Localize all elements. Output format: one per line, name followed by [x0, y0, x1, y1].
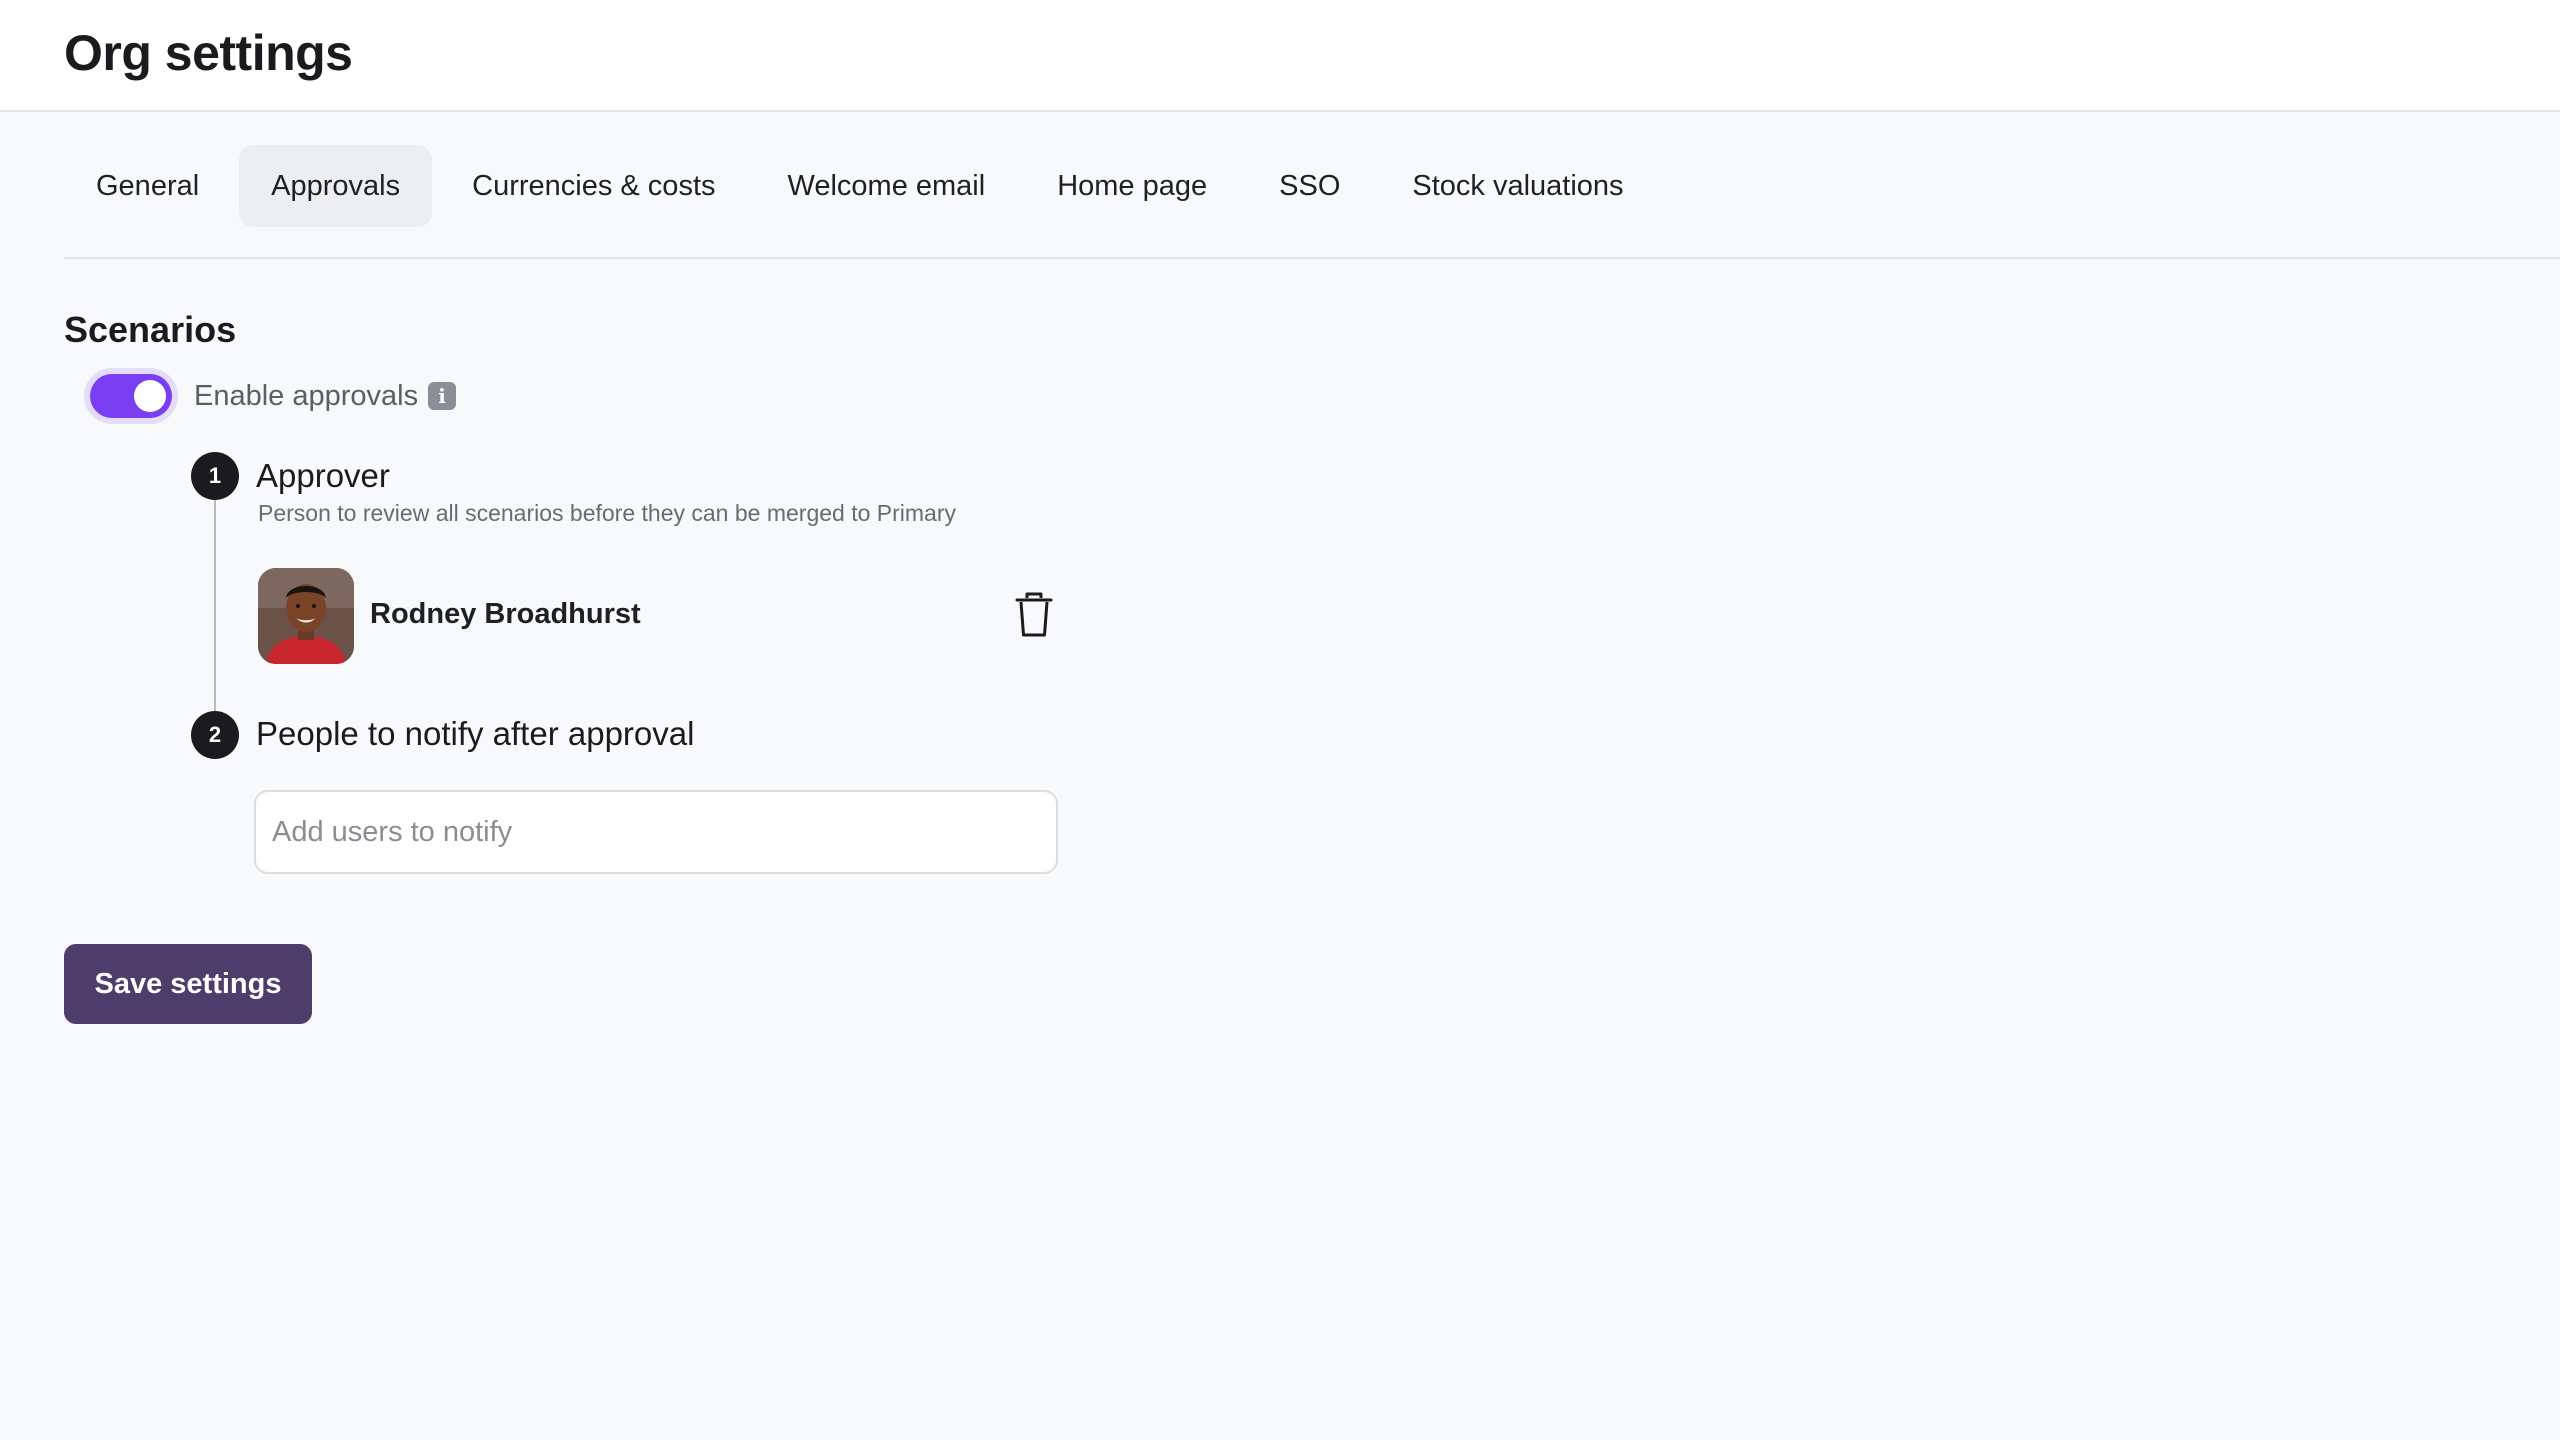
settings-tabs: General Approvals Currencies & costs Wel… [64, 145, 1664, 227]
step-title-approver: Approver [256, 457, 390, 494]
tab-welcome-email[interactable]: Welcome email [756, 145, 1018, 227]
avatar [258, 568, 354, 664]
enable-approvals-row: Enable approvals i [84, 368, 457, 424]
tab-currencies-costs[interactable]: Currencies & costs [440, 145, 747, 227]
tab-stock-valuations[interactable]: Stock valuations [1380, 145, 1655, 227]
top-bar: Org settings [0, 0, 2560, 112]
enable-approvals-toggle[interactable] [90, 374, 172, 418]
step-number-badge: 2 [191, 711, 239, 759]
tab-sso[interactable]: SSO [1247, 145, 1372, 227]
delete-approver-button[interactable] [1012, 590, 1056, 640]
step-title-notify: People to notify after approval [256, 715, 695, 752]
tab-home-page[interactable]: Home page [1025, 145, 1239, 227]
notify-users-input[interactable] [254, 790, 1058, 874]
step-description: Person to review all scenarios before th… [258, 500, 956, 526]
tabs-divider [64, 257, 2560, 259]
page-title: Org settings [64, 25, 353, 81]
avatar-photo [258, 568, 354, 664]
step-number-badge: 1 [191, 452, 239, 500]
save-settings-button[interactable]: Save settings [64, 944, 312, 1024]
section-title: Scenarios [64, 309, 237, 350]
approver-name: Rodney Broadhurst [370, 598, 641, 630]
toggle-knob [134, 380, 166, 412]
tab-approvals[interactable]: Approvals [239, 145, 433, 227]
tab-general[interactable]: General [64, 145, 231, 227]
steps-connector-line [214, 476, 216, 736]
toggle-focus-ring [84, 368, 178, 424]
info-icon[interactable]: i [428, 382, 457, 410]
approver-row: Rodney Broadhurst [258, 568, 1056, 664]
trash-icon [1015, 592, 1053, 637]
enable-approvals-label: Enable approvals [194, 379, 419, 412]
